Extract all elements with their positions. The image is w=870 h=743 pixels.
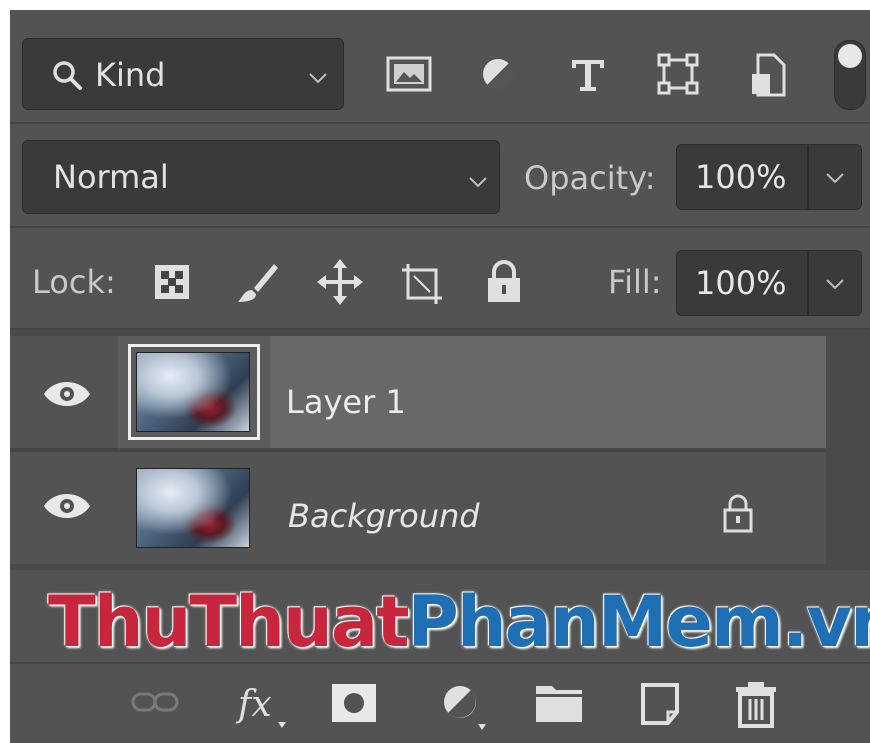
- link-layers-icon[interactable]: [130, 688, 180, 718]
- eye-icon: [44, 494, 90, 518]
- kind-label: Kind: [95, 56, 166, 94]
- lock-label: Lock:: [32, 263, 116, 301]
- svg-text:fx: fx: [235, 684, 272, 725]
- lock-artboard-icon[interactable]: [398, 260, 446, 308]
- layer-thumbnail: [136, 352, 250, 432]
- layer-lock-icon[interactable]: [722, 494, 754, 534]
- toggle-knob: [838, 44, 862, 68]
- layer-name: Background: [288, 497, 480, 535]
- visibility-toggle[interactable]: [10, 336, 118, 450]
- opacity-label: Opacity:: [524, 159, 656, 197]
- divider: [10, 122, 870, 124]
- delete-layer-trash-icon[interactable]: [734, 680, 778, 728]
- layers-panel: Kind Normal Opacity: 100% Lock: Fill: 10…: [10, 10, 870, 743]
- eye-icon: [44, 382, 90, 406]
- type-filter-icon[interactable]: [568, 54, 608, 94]
- watermark-part-2: PhanMem.vn: [407, 581, 870, 663]
- layer-row-layer-1[interactable]: Layer 1: [10, 336, 826, 450]
- bottom-toolbar: fx: [10, 662, 870, 743]
- new-adjustment-layer-icon[interactable]: [438, 680, 494, 736]
- lock-all-icon[interactable]: [484, 258, 524, 306]
- fill-label: Fill:: [608, 263, 662, 301]
- lock-transparent-pixels-icon[interactable]: [152, 262, 192, 302]
- lock-image-pixels-brush-icon[interactable]: [234, 260, 280, 306]
- shape-filter-icon[interactable]: [656, 52, 700, 96]
- image-filter-icon[interactable]: [386, 54, 432, 94]
- chevron-down-icon: [826, 279, 844, 290]
- opacity-input[interactable]: 100%: [676, 144, 808, 210]
- layer-row-background[interactable]: Background: [10, 450, 826, 564]
- layers-list: Layer 1 Background: [10, 330, 870, 570]
- chevron-down-icon: [469, 177, 487, 188]
- new-layer-icon[interactable]: [640, 682, 680, 726]
- filter-toggle-switch[interactable]: [834, 40, 866, 110]
- watermark-part-1: ThuThuat: [48, 581, 410, 663]
- new-group-folder-icon[interactable]: [534, 684, 584, 724]
- layer-thumbnail: [136, 468, 250, 548]
- chevron-down-icon: [309, 73, 327, 84]
- blend-mode-dropdown[interactable]: Normal: [22, 140, 500, 214]
- opacity-value: 100%: [695, 158, 787, 196]
- adjustment-filter-icon[interactable]: [478, 54, 518, 94]
- fill-dropdown-button[interactable]: [808, 250, 862, 316]
- opacity-dropdown-button[interactable]: [808, 144, 862, 210]
- lock-position-move-icon[interactable]: [316, 258, 364, 306]
- blend-mode-value: Normal: [53, 158, 169, 196]
- layer-name: Layer 1: [286, 383, 406, 421]
- watermark-logo: ThuThuatPhanMem.vn: [48, 582, 870, 662]
- smart-object-filter-icon[interactable]: [748, 52, 788, 98]
- add-layer-mask-icon[interactable]: [330, 682, 378, 724]
- divider: [10, 226, 870, 228]
- fill-input[interactable]: 100%: [676, 250, 808, 316]
- visibility-toggle[interactable]: [10, 452, 118, 564]
- kind-filter-dropdown[interactable]: Kind: [22, 38, 344, 110]
- fx-layer-style-icon[interactable]: fx: [234, 678, 290, 734]
- chevron-down-icon: [826, 173, 844, 184]
- fill-value: 100%: [695, 264, 787, 302]
- search-icon: [53, 61, 82, 90]
